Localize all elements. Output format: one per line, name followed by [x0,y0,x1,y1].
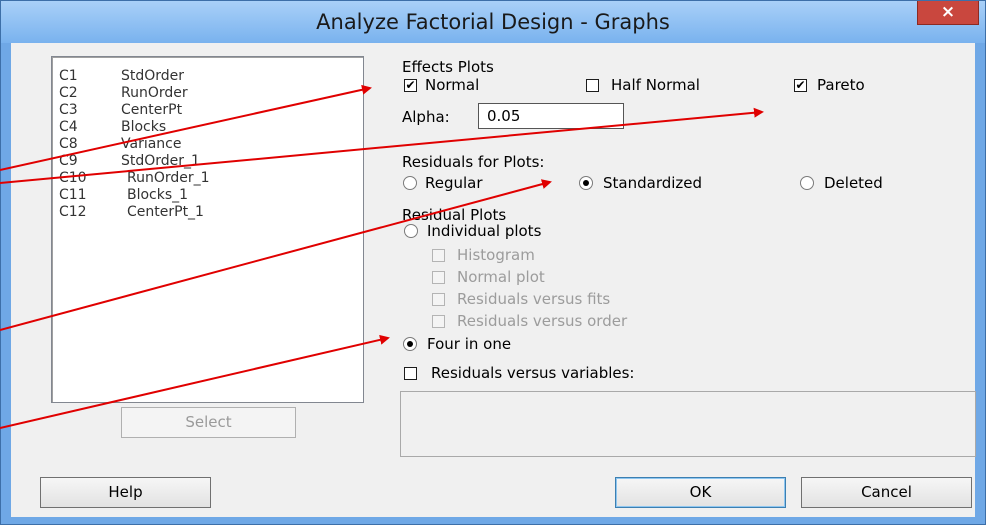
variable-list[interactable]: C1 StdOrder C2 RunOrder C3 CenterPt C4 Block… [51,56,364,403]
list-item[interactable]: C11 Blocks_1 [59,187,188,203]
histogram-checkbox[interactable] [432,249,445,262]
cancel-button[interactable]: Cancel [801,477,972,508]
individual-plots-radio[interactable] [404,224,418,238]
four-in-one-radio[interactable] [403,337,417,351]
individual-plots-label: Individual plots [427,222,542,240]
close-button[interactable]: × [917,1,979,25]
half-normal-label: Half Normal [611,76,700,94]
residuals-vs-variables-checkbox[interactable] [404,367,417,380]
list-item[interactable]: C12 CenterPt_1 [59,204,204,220]
residuals-vs-fits-checkbox[interactable] [432,293,445,306]
title-bar[interactable]: Analyze Factorial Design - Graphs × [1,1,985,43]
ok-button[interactable]: OK [615,477,786,508]
deleted-radio[interactable] [800,176,814,190]
alpha-label: Alpha: [402,108,450,126]
window-title: Analyze Factorial Design - Graphs [316,10,670,34]
residuals-vs-order-checkbox[interactable] [432,315,445,328]
pareto-checkbox[interactable]: ✔ [794,79,807,92]
normal-plot-label: Normal plot [457,268,545,286]
normal-label: Normal [425,76,480,94]
residuals-vs-order-label: Residuals versus order [457,312,628,330]
list-item[interactable]: C1 StdOrder [59,68,184,84]
deleted-label: Deleted [824,174,883,192]
effects-plots-heading: Effects Plots [402,58,494,76]
regular-radio[interactable] [403,176,417,190]
list-item[interactable]: C4 Blocks [59,119,166,135]
half-normal-checkbox[interactable] [586,79,599,92]
residuals-vs-fits-label: Residuals versus fits [457,290,611,308]
list-item[interactable]: C8 Variance [59,136,181,152]
help-button[interactable]: Help [40,477,211,508]
list-item[interactable]: C9 StdOrder_1 [59,153,200,169]
normal-plot-checkbox[interactable] [432,271,445,284]
dialog-window: Analyze Factorial Design - Graphs × C1 St… [0,0,986,525]
pareto-label: Pareto [817,76,865,94]
list-item[interactable]: C2 RunOrder [59,85,188,101]
alpha-input[interactable]: 0.05 [478,103,624,129]
residuals-vs-variables-field[interactable] [400,391,976,457]
dialog-body: C1 StdOrder C2 RunOrder C3 CenterPt C4 Block… [11,43,976,517]
four-in-one-label: Four in one [427,335,512,353]
residuals-vs-variables-label: Residuals versus variables: [431,364,635,382]
regular-label: Regular [425,174,483,192]
standardized-radio[interactable] [579,176,593,190]
list-item[interactable]: C3 CenterPt [59,102,182,118]
select-button[interactable]: Select [121,407,296,438]
standardized-label: Standardized [603,174,703,192]
residuals-for-plots-heading: Residuals for Plots: [402,153,545,171]
normal-checkbox[interactable]: ✔ [404,79,417,92]
histogram-label: Histogram [457,246,535,264]
list-item[interactable]: C10 RunOrder_1 [59,170,210,186]
